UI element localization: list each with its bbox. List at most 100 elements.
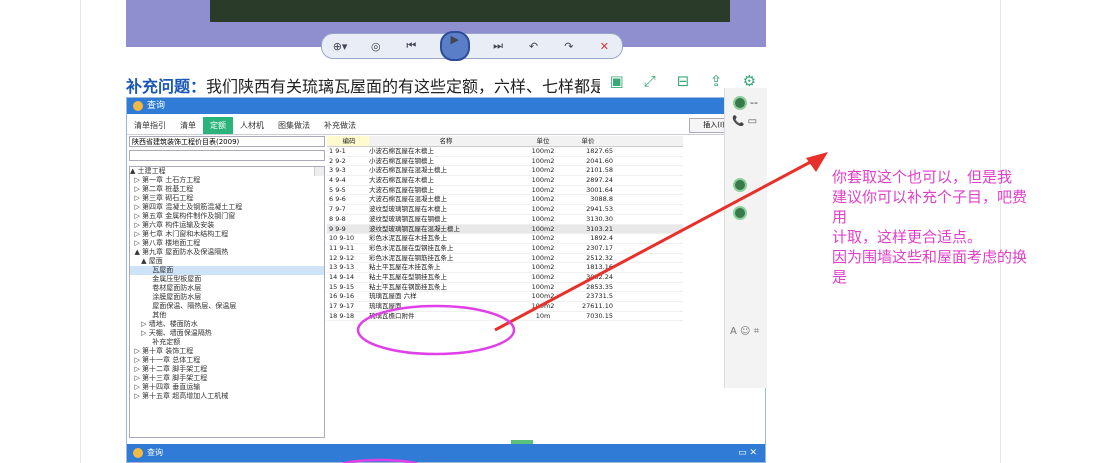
- footer-controls[interactable]: ▭ ✕: [738, 444, 757, 462]
- column-header[interactable]: 单位: [523, 136, 563, 146]
- tree-item[interactable]: 金属压型板屋面: [130, 275, 324, 284]
- table-cell: 小波石棉瓦屋在钢檩上: [369, 156, 434, 165]
- table-cell: 大波石棉瓦屋在混凝土檩上: [369, 195, 447, 204]
- chapter-tree[interactable]: ▲ 土建工程 ▷ 第一章 土石方工程 ▷ 第二章 桩基工程 ▷ 第三章 砌石工程…: [129, 166, 325, 438]
- table-row[interactable]: 7 9-7 波纹型玻璃钢瓦屋在木檩上 100m2 2941.53: [327, 205, 683, 215]
- settings-icon[interactable]: ◎: [369, 40, 383, 53]
- chat-call-icons[interactable]: 📞 ▭: [732, 116, 757, 127]
- tree-item[interactable]: ▷ 第五章 金属构件制作及钢门窗: [130, 212, 324, 221]
- table-row[interactable]: 4 9-4 大波石棉瓦屋在木檩上 100m2 2897.24: [327, 176, 683, 186]
- table-row[interactable]: 2 9-2 小波石棉瓦屋在钢檩上 100m2 2041.60: [327, 157, 683, 167]
- fullscreen-icon[interactable]: ⤢: [640, 72, 660, 90]
- tree-item[interactable]: 其他: [130, 311, 324, 320]
- tree-item[interactable]: ▷ 第十一章 总体工程: [130, 356, 324, 365]
- tab-1[interactable]: 清单: [173, 117, 203, 134]
- table-row[interactable]: 9 9-9 波纹型玻璃钢瓦屋在混凝土檩上 100m2 3103.21: [327, 224, 683, 235]
- table-row[interactable]: 12 9-12 彩色水泥瓦屋在钢筋挂瓦条上 100m2 2512.32: [327, 254, 683, 264]
- tree-item[interactable]: ▷ 第十章 装饰工程: [130, 347, 324, 356]
- table-cell: 100m2: [531, 243, 555, 252]
- tree-scrollbar[interactable]: [314, 167, 324, 176]
- tree-item[interactable]: ▷ 第一章 土石方工程: [130, 176, 324, 185]
- tab-4[interactable]: 图集做法: [271, 117, 317, 134]
- tree-item[interactable]: ▷ 第十三章 脚手架工程: [130, 374, 324, 383]
- heading-text: 我们陕西有关琉璃瓦屋面的有这些定额，六样、七样都是: [206, 77, 606, 96]
- tree-item[interactable]: ▲ 土建工程: [130, 167, 324, 176]
- search-input[interactable]: [129, 150, 325, 161]
- table-cell: 100m2: [531, 205, 555, 214]
- table-row[interactable]: 15 9-15 粘土平瓦屋在钢筋挂瓦条上 100m2 2853.35: [327, 283, 683, 293]
- table-cell: 100m2: [531, 166, 555, 175]
- table-row[interactable]: 14 9-14 粘土平瓦屋在型钢挂瓦条上 100m2 3082.24: [327, 273, 683, 283]
- app-titlebar: 查询: [127, 98, 765, 114]
- table-row[interactable]: 3 9-3 小波石棉瓦屋在混凝土檩上 100m2 2101.58: [327, 166, 683, 177]
- table-cell: 100m2: [531, 176, 555, 185]
- chat-top-text: --: [750, 96, 758, 109]
- app-window: 查询 清单指引 清单 定额 人材机 图集做法 补充做法 插入(I) 陕西省建筑装饰工程价目…: [126, 97, 766, 463]
- screenshot-icon[interactable]: ▣: [607, 72, 627, 90]
- table-cell: 100m2: [531, 282, 555, 291]
- tab-3[interactable]: 人材机: [233, 117, 271, 134]
- tree-item[interactable]: 屋面保温、隔热层、保温层: [130, 302, 324, 311]
- table-row[interactable]: 18 9-18 琉璃瓦檐口附件 10m 7030.15: [327, 312, 683, 322]
- tree-item[interactable]: 补充定额: [130, 338, 324, 347]
- tree-item[interactable]: ▷ 第十五章 超高增加人工机械: [130, 392, 324, 401]
- rotate-left-icon[interactable]: ↶: [526, 40, 540, 53]
- annotation-text: 你套取这个也可以，但是我 建议你可以补充个子目，吧费用计取，这样更合适点。 因为围墙…: [832, 167, 1082, 293]
- tree-item[interactable]: ▷ 第十二章 脚手架工程: [130, 365, 324, 374]
- tree-item[interactable]: 涂膜屋面防水层: [130, 293, 324, 302]
- chat-input-icons[interactable]: A ☺ ⌗: [730, 326, 759, 337]
- table-cell: 7030.15: [586, 311, 613, 320]
- table-row[interactable]: 5 9-5 大波石棉瓦屋在钢檩上 100m2 3001.64: [327, 186, 683, 196]
- table-cell: 3088.8: [590, 195, 613, 204]
- table-cell: 100m2: [531, 147, 555, 155]
- app-title: 查询: [147, 101, 166, 111]
- tree-item[interactable]: ▲ 第九章 屋面防水及保温隔热: [130, 248, 324, 257]
- table-cell: 4 9-4: [329, 176, 346, 185]
- table-cell: 2041.60: [586, 156, 613, 165]
- tree-item[interactable]: ▷ 第八章 楼地面工程: [130, 239, 324, 248]
- next-icon[interactable]: ⏭: [491, 39, 505, 53]
- zoom-icon[interactable]: ⊕▾: [333, 40, 348, 53]
- table-cell: 100m2: [531, 302, 555, 310]
- tab-5[interactable]: 补充做法: [317, 117, 363, 134]
- column-header[interactable]: 编码: [327, 136, 369, 146]
- table-row[interactable]: 1 9-1 小波石棉瓦屋在木檩上 100m2 1827.65: [327, 147, 683, 157]
- table-cell: 100m2: [531, 224, 555, 233]
- standard-select[interactable]: 陕西省建筑装饰工程价目表(2009): [129, 136, 325, 147]
- tree-item[interactable]: ▷ 第三章 砌石工程: [130, 194, 324, 203]
- tree-item[interactable]: ▲ 屋面: [130, 257, 324, 266]
- tree-item[interactable]: ▷ 第七章 木门窗和木结构工程: [130, 230, 324, 239]
- table-cell: 大波石棉瓦屋在木檩上: [369, 176, 434, 185]
- tab-2[interactable]: 定额: [203, 117, 233, 134]
- table-row[interactable]: 17 9-17 琉璃瓦屋面 100m2 27611.10: [327, 302, 683, 312]
- table-cell: 1 9-1: [329, 147, 346, 155]
- tree-item[interactable]: ▷ 墙地、楼面防水: [130, 320, 324, 329]
- table-cell: 27611.10: [581, 302, 613, 310]
- tree-item[interactable]: ▷ 第四章 混凝土及钢筋混凝土工程: [130, 203, 324, 212]
- table-cell: 琉璃瓦檐口附件: [369, 311, 415, 320]
- prev-icon[interactable]: ⏮: [404, 39, 418, 53]
- table-row[interactable]: 6 9-6 大波石棉瓦屋在混凝土檩上 100m2 3088.8: [327, 195, 683, 206]
- play-icon[interactable]: ▶: [439, 31, 470, 61]
- table-row[interactable]: 8 9-8 波纹型玻璃钢瓦屋在钢檩上 100m2 3130.30: [327, 215, 683, 225]
- table-row[interactable]: 10 9-10 彩色水泥瓦屋在木挂瓦条上 100m2 1892.4: [327, 234, 683, 244]
- table-cell: 2897.24: [586, 176, 613, 185]
- rotate-right-icon[interactable]: ↷: [562, 40, 576, 53]
- close-icon[interactable]: ✕: [597, 40, 611, 53]
- table-row[interactable]: 11 9-11 彩色水泥瓦屋在型钢挂瓦条上 100m2 2307.17: [327, 244, 683, 254]
- column-header[interactable]: 单价: [563, 136, 617, 146]
- tree-item[interactable]: ▷ 第二章 桩基工程: [130, 185, 324, 194]
- tree-item[interactable]: ▷ 天棚、墙面保温隔热: [130, 329, 324, 338]
- tree-item[interactable]: 卷材屋面防水层: [130, 284, 324, 293]
- tree-item[interactable]: ▷ 第六章 构件运输及安装: [130, 221, 324, 230]
- table-row[interactable]: 13 9-13 粘土平瓦屋在木挂瓦条上 100m2 1813.16: [327, 263, 683, 273]
- tree-item[interactable]: ▷ 第十四章 垂直运输: [130, 383, 324, 392]
- tree-item[interactable]: 瓦屋面: [130, 266, 324, 275]
- table-cell: 波纹型玻璃钢瓦屋在钢檩上: [369, 214, 447, 223]
- table-cell: 100m2: [531, 156, 555, 165]
- column-header[interactable]: 名称: [369, 136, 523, 146]
- table-row[interactable]: 16 9-16 琉璃瓦屋面 六样 100m2 23731.5: [327, 292, 683, 302]
- table-cell: 100m2: [531, 195, 555, 204]
- save-icon[interactable]: ⊟: [673, 72, 693, 90]
- tab-0[interactable]: 清单指引: [127, 117, 173, 134]
